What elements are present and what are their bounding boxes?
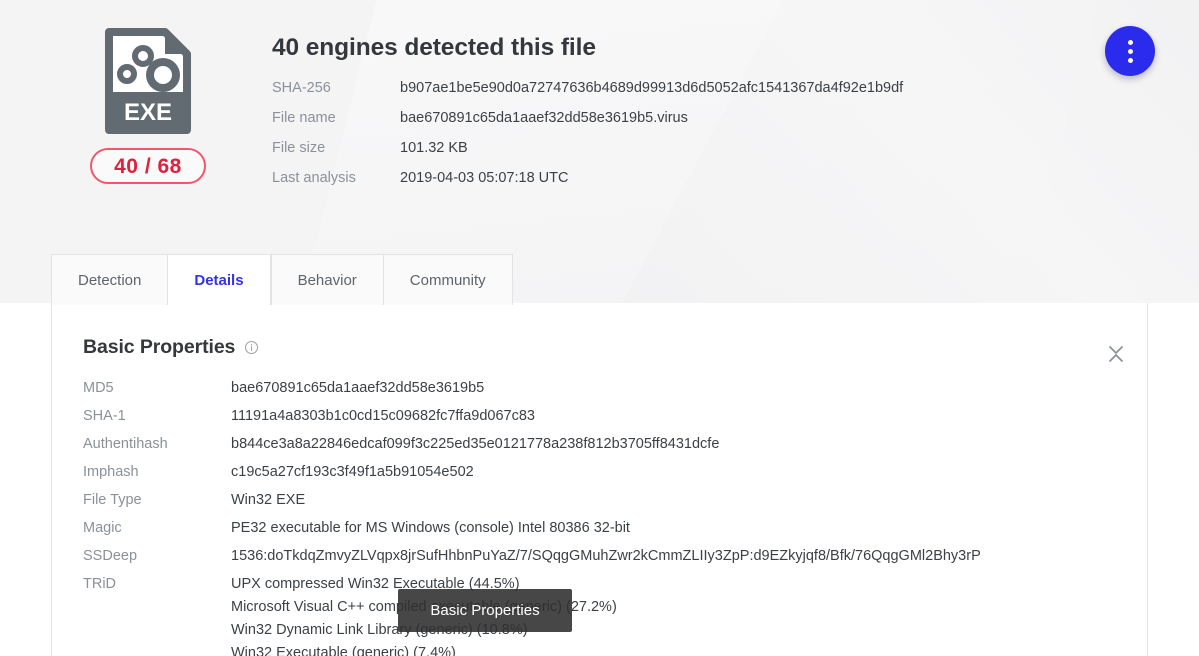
trid-item: Win32 Executable (generic) (7.4%) [231, 645, 456, 656]
meta-label: File size [272, 140, 326, 156]
property-value: Win32 EXE [231, 492, 306, 508]
meta-value: b907ae1be5e90d0a72747636b4689d99913d6d50… [400, 80, 904, 96]
property-label: SSDeep [83, 548, 138, 564]
tab-behavior[interactable]: Behavior [270, 254, 383, 305]
kebab-menu-icon [1127, 39, 1133, 63]
file-summary-block: EXE 40 / 68 [83, 28, 213, 184]
virustotal-file-report: EXE 40 / 68 40 engines detected this fil… [0, 0, 1199, 656]
property-row-magic: Magic PE32 executable for MS Windows (co… [83, 520, 1147, 548]
report-tabs: Detection Details Behavior Community [51, 253, 513, 305]
property-row-file-type: File Type Win32 EXE [83, 492, 1147, 520]
tooltip: Basic Properties [398, 589, 572, 632]
property-value: c19c5a27cf193c3f49f1a5b91054e502 [231, 464, 474, 480]
property-row-sha1: SHA-1 11191a4a8303b1c0cd15c09682fc7ffa9d… [83, 408, 1147, 436]
detection-score-badge: 40 / 68 [90, 148, 206, 184]
meta-label: Last analysis [272, 170, 356, 186]
property-row-imphash: Imphash c19c5a27cf193c3f49f1a5b91054e502 [83, 464, 1147, 492]
property-value: PE32 executable for MS Windows (console)… [231, 520, 630, 536]
basic-properties-table: MD5 bae670891c65da1aaef32dd58e3619b5 SHA… [83, 380, 1147, 656]
property-row-md5: MD5 bae670891c65da1aaef32dd58e3619b5 [83, 380, 1147, 408]
tab-detection[interactable]: Detection [51, 254, 168, 305]
meta-label: File name [272, 110, 336, 126]
property-row-authentihash: Authentihash b844ce3a8a22846edcaf099f3c2… [83, 436, 1147, 464]
property-value: 1536:doTkdqZmvyZLVqpx8jrSufHhbnPuYaZ/7/S… [231, 548, 981, 564]
trid-item: UPX compressed Win32 Executable (44.5%) [231, 576, 520, 592]
tab-details[interactable]: Details [167, 254, 271, 305]
collapse-section-button[interactable] [1105, 341, 1129, 367]
meta-row-last-analysis: Last analysis 2019-04-03 05:07:18 UTC [272, 170, 903, 200]
meta-label: SHA-256 [272, 80, 331, 96]
info-icon[interactable] [244, 340, 259, 355]
property-label: File Type [83, 492, 142, 508]
trid-item: Microsoft Visual C++ compiled executable… [231, 599, 617, 615]
tab-community[interactable]: Community [382, 254, 513, 305]
property-label: Authentihash [83, 436, 168, 452]
meta-value: 101.32 KB [400, 140, 468, 156]
meta-row-sha256: SHA-256 b907ae1be5e90d0a72747636b4689d99… [272, 80, 903, 110]
property-value: 11191a4a8303b1c0cd15c09682fc7ffa9d067c83 [231, 408, 535, 424]
exe-file-icon: EXE [105, 28, 191, 134]
more-actions-button[interactable] [1105, 26, 1155, 76]
property-label: Magic [83, 520, 122, 536]
property-label: SHA-1 [83, 408, 126, 424]
property-row-ssdeep: SSDeep 1536:doTkdqZmvyZLVqpx8jrSufHhbnPu… [83, 548, 1147, 576]
meta-row-filename: File name bae670891c65da1aaef32dd58e3619… [272, 110, 903, 140]
property-value: bae670891c65da1aaef32dd58e3619b5 [231, 380, 485, 396]
basic-properties-header: Basic Properties [83, 336, 1147, 359]
section-title: Basic Properties [83, 336, 236, 358]
trid-item: Win32 Dynamic Link Library (generic) (10… [231, 622, 528, 638]
trid-list: UPX compressed Win32 Executable (44.5%) … [231, 576, 1147, 656]
meta-row-filesize: File size 101.32 KB [272, 140, 903, 170]
meta-value: 2019-04-03 05:07:18 UTC [400, 170, 569, 186]
file-meta-table: SHA-256 b907ae1be5e90d0a72747636b4689d99… [272, 80, 903, 200]
property-label: TRiD [83, 576, 117, 592]
property-label: Imphash [83, 464, 139, 480]
meta-value: bae670891c65da1aaef32dd58e3619b5.virus [400, 110, 688, 126]
exe-icon-label: EXE [124, 99, 172, 126]
property-label: MD5 [83, 380, 114, 396]
property-value: b844ce3a8a22846edcaf099f3c225ed35e012177… [231, 436, 720, 452]
details-panel: Basic Properties MD5 bae670891c65da1aaef… [51, 303, 1148, 656]
page-title: 40 engines detected this file [272, 34, 596, 61]
property-row-trid: TRiD UPX compressed Win32 Executable (44… [83, 576, 1147, 656]
